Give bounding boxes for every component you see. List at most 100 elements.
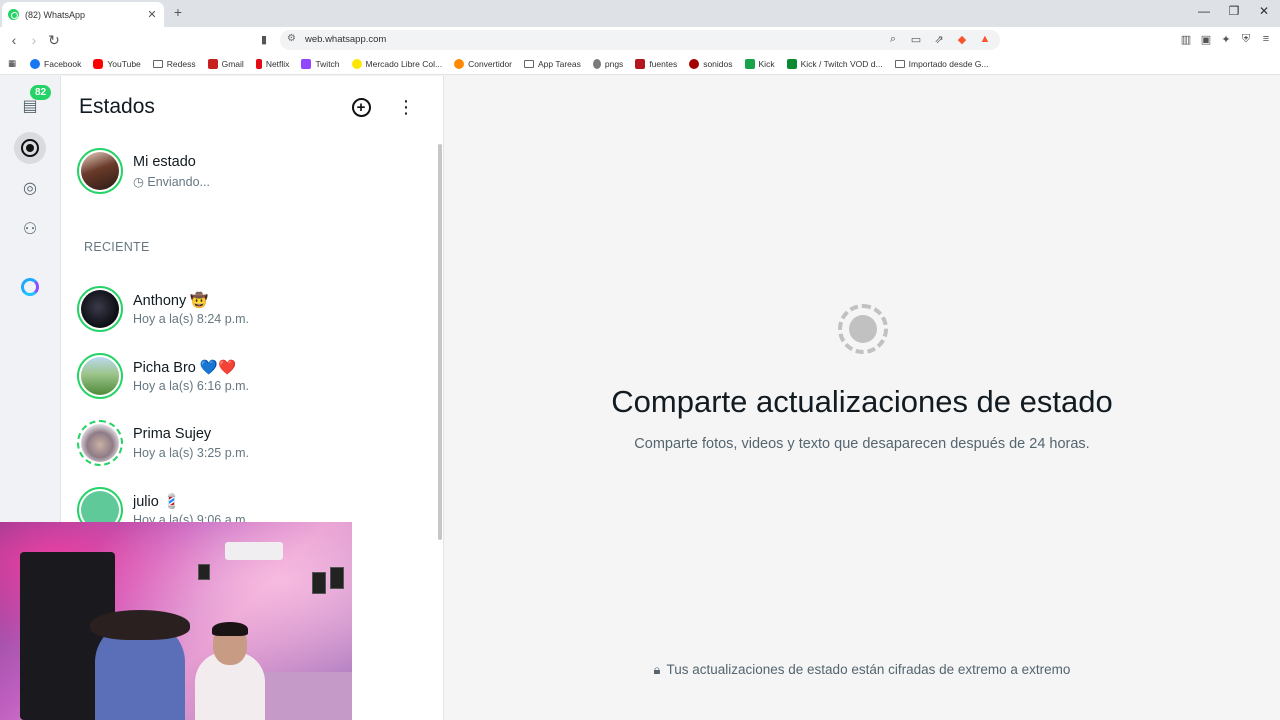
restore-icon[interactable]: ❐ xyxy=(1224,4,1244,18)
status-row[interactable]: Picha Bro 💙❤️ Hoy a la(s) 6:16 p.m. xyxy=(77,353,417,399)
bookmark-label: Gmail xyxy=(221,58,244,69)
bookmark-label: Importado desde G... xyxy=(908,58,989,69)
bookmark-label: Kick / Twitch VOD d... xyxy=(800,58,883,69)
new-tab-icon[interactable]: + xyxy=(170,4,186,20)
bookmark-youtube[interactable]: YouTube xyxy=(93,58,141,69)
url-text: web.whatsapp.com xyxy=(305,34,387,45)
webcam-cowboy-hat xyxy=(90,610,190,640)
webcam-person-right-hair xyxy=(212,622,248,636)
close-window-icon[interactable]: ✕ xyxy=(1254,4,1274,18)
apps-grid-icon[interactable]: ▦ xyxy=(8,58,16,69)
back-icon[interactable]: ‹ xyxy=(6,32,22,48)
folder-icon xyxy=(152,59,163,68)
address-bar[interactable]: ⚙ web.whatsapp.com ⌕ ▭ ⇗ ◆ ▲ xyxy=(280,30,1000,50)
avatar xyxy=(77,420,123,466)
folder-icon xyxy=(894,59,905,68)
tab-title: (82) WhatsApp xyxy=(25,9,86,20)
bookmark-gmail[interactable]: Gmail xyxy=(207,58,244,69)
bookmark-pngs[interactable]: pngs xyxy=(592,58,623,69)
contact-name: julio 💈 xyxy=(133,494,181,510)
status-time: Hoy a la(s) 8:24 p.m. xyxy=(133,312,250,326)
kick-twitch-vod-icon xyxy=(786,58,797,69)
fuentes-icon xyxy=(635,58,646,69)
status-button[interactable] xyxy=(14,132,46,164)
add-status-button[interactable]: + xyxy=(350,96,372,118)
brave-shields-icon[interactable]: ◆ xyxy=(955,33,969,46)
bookmark-sonidos[interactable]: sonidos xyxy=(689,58,733,69)
site-settings-icon[interactable]: ⚙ xyxy=(287,33,296,44)
clock-icon: ◷ xyxy=(133,175,148,189)
add-circle-icon: + xyxy=(351,97,371,117)
meta-ai-button[interactable] xyxy=(14,271,46,303)
sending-text: Enviando... xyxy=(147,175,210,189)
recent-section-label: RECIENTE xyxy=(84,240,150,254)
share-icon[interactable]: ⇗ xyxy=(932,33,946,46)
menu-icon[interactable]: ≡ xyxy=(1260,33,1272,46)
status-main-area: Comparte actualizaciones de estado Compa… xyxy=(444,76,1280,720)
communities-button[interactable]: ⚇ xyxy=(14,213,46,245)
scrollbar[interactable] xyxy=(438,144,442,540)
bookmark-label: Kick xyxy=(758,58,775,69)
facebook-icon xyxy=(30,58,41,69)
bookmark-label: sonidos xyxy=(703,58,733,69)
minimize-icon[interactable]: — xyxy=(1194,4,1214,18)
forward-icon[interactable]: › xyxy=(26,32,42,48)
bookmark-label: YouTube xyxy=(107,58,141,69)
bookmark-importado[interactable]: Importado desde G... xyxy=(894,58,989,69)
browser-tab-strip: (82) WhatsApp ✕ + — ❐ ✕ xyxy=(0,0,1280,27)
contact-name: Anthony 🤠 xyxy=(133,293,209,309)
brave-rewards-icon[interactable]: ▲ xyxy=(978,33,992,46)
wallet-icon[interactable]: ▣ xyxy=(1200,33,1212,46)
webcam-poster xyxy=(330,567,344,589)
mercado-libre-icon xyxy=(351,58,362,69)
communities-icon: ⚇ xyxy=(22,221,38,238)
webcam-poster xyxy=(312,572,326,594)
more-vertical-icon: ⋮ xyxy=(397,96,415,117)
bookmark-mercado-libre[interactable]: Mercado Libre Col... xyxy=(351,58,442,69)
menu-button[interactable]: ⋮ xyxy=(395,96,417,118)
sidebar-icon[interactable]: ▥ xyxy=(1180,33,1192,46)
cast-icon[interactable]: ▭ xyxy=(909,33,923,46)
my-status-row[interactable]: Mi estado ◷ Enviando... xyxy=(77,148,417,194)
channels-button[interactable]: ◎ xyxy=(14,172,46,204)
bookmark-app-tareas[interactable]: App Tareas xyxy=(524,59,581,69)
webcam-poster xyxy=(198,564,210,580)
meta-ai-icon xyxy=(21,278,39,296)
bookmark-facebook[interactable]: Facebook xyxy=(30,58,82,69)
status-row[interactable]: Prima Sujey Hoy a la(s) 3:25 p.m. xyxy=(77,420,417,466)
encryption-notice: 🔒︎ Tus actualizaciones de estado están ci… xyxy=(444,662,1280,678)
bookmark-redess[interactable]: Redess xyxy=(152,58,196,69)
close-tab-icon[interactable]: ✕ xyxy=(146,8,158,21)
browser-toolbar: ‹ › ↻ ▮ ⚙ web.whatsapp.com ⌕ ▭ ⇗ ◆ ▲ ▥ ▣… xyxy=(0,27,1280,53)
gmail-icon xyxy=(207,58,218,69)
bookmark-label: Netflix xyxy=(265,58,290,69)
pngs-icon xyxy=(592,58,601,69)
bookmark-twitch[interactable]: Twitch xyxy=(301,58,340,69)
main-title: Comparte actualizaciones de estado xyxy=(611,384,1113,419)
youtube-icon xyxy=(93,58,104,69)
zoom-icon[interactable]: ⌕ xyxy=(886,33,900,46)
page-title: Estados xyxy=(79,95,155,118)
bookmark-label: fuentes xyxy=(649,58,678,69)
bookmark-kick-twitch-vod[interactable]: Kick / Twitch VOD d... xyxy=(786,58,883,69)
bookmark-fuentes[interactable]: fuentes xyxy=(635,58,678,69)
leo-ai-icon[interactable]: ✦ xyxy=(1220,33,1232,46)
webcam-bed xyxy=(255,672,352,720)
tab-whatsapp[interactable]: (82) WhatsApp ✕ xyxy=(2,2,164,27)
twitch-icon xyxy=(301,58,312,69)
kick-icon xyxy=(744,58,755,69)
bookmark-icon[interactable]: ▮ xyxy=(256,32,272,48)
bookmark-label: Facebook xyxy=(44,58,82,69)
status-time: Hoy a la(s) 6:16 p.m. xyxy=(133,379,250,393)
bookmark-netflix[interactable]: Netflix xyxy=(255,58,290,69)
bookmark-label: Convertidor xyxy=(468,58,513,69)
bookmark-label: Twitch xyxy=(315,58,340,69)
bookmark-convertidor[interactable]: Convertidor xyxy=(454,58,513,69)
vpn-icon[interactable]: ⛨ xyxy=(1240,33,1252,46)
sonidos-icon xyxy=(689,58,700,69)
status-row[interactable]: Anthony 🤠 Hoy a la(s) 8:24 p.m. xyxy=(77,286,417,332)
reload-icon[interactable]: ↻ xyxy=(46,32,62,48)
bookmark-kick[interactable]: Kick xyxy=(744,58,775,69)
bookmark-label: Redess xyxy=(166,58,196,69)
bookmarks-bar: ▦ Facebook YouTube Redess Gmail Netflix … xyxy=(0,53,1280,75)
